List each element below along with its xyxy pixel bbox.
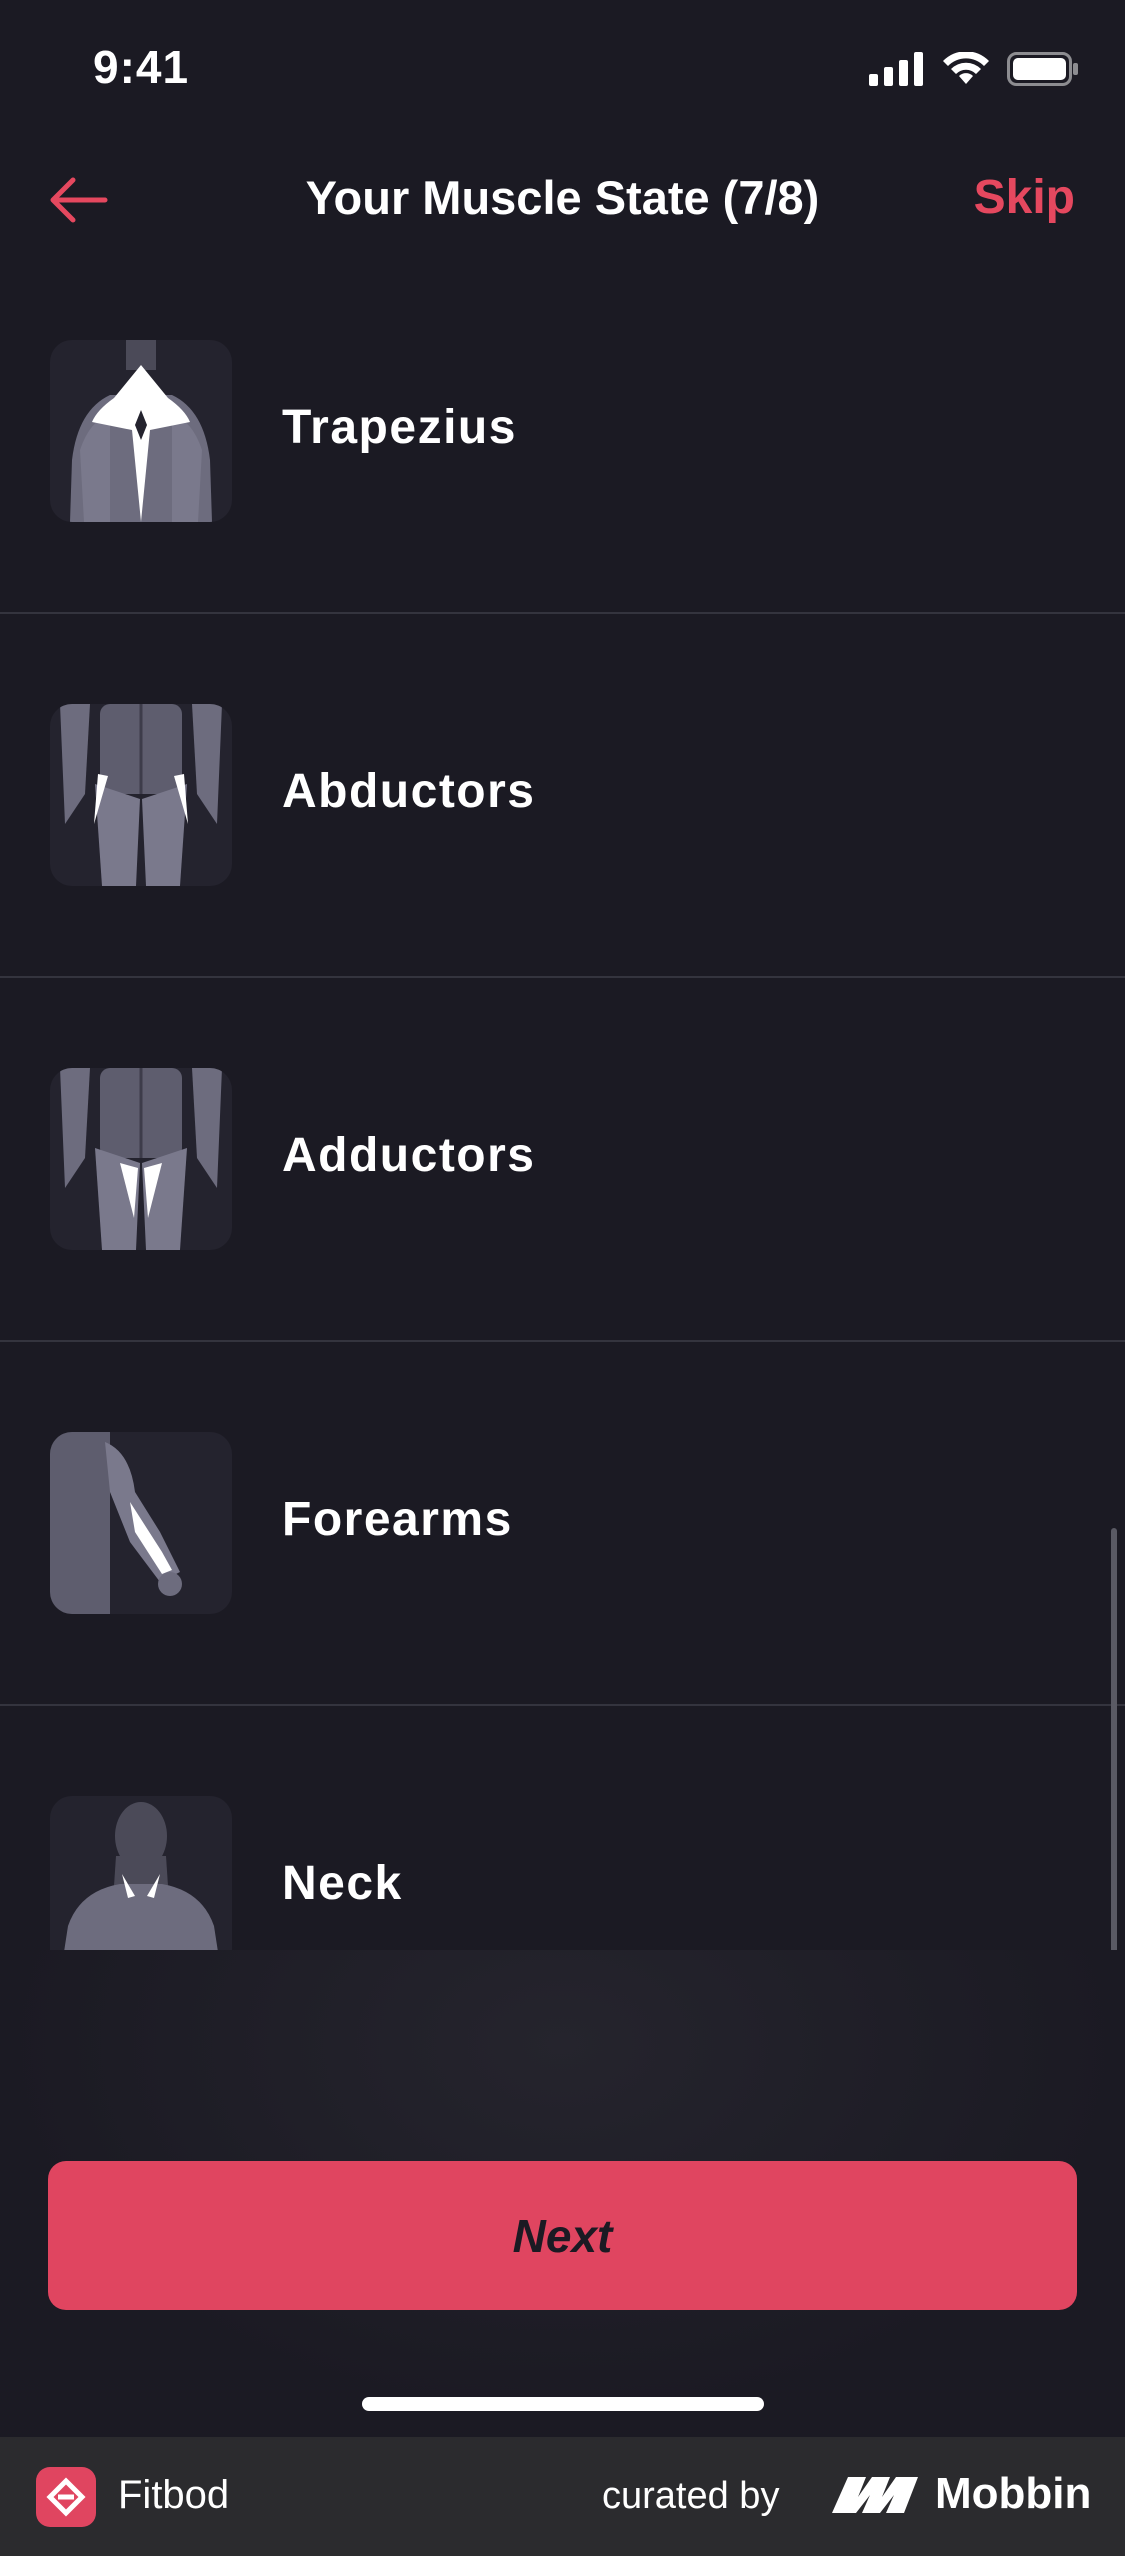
status-bar: 9:41 <box>0 0 1125 140</box>
home-indicator <box>362 2397 764 2411</box>
muscle-label: Adductors <box>282 1129 536 1182</box>
muscle-label: Trapezius <box>282 401 517 454</box>
muscle-label: Neck <box>282 1857 403 1910</box>
muscle-list: Trapezius Abductors Adductors Forearms N… <box>0 250 1125 2070</box>
list-item-abductors[interactable]: Abductors <box>0 614 1125 978</box>
fitbod-logo-icon <box>36 2467 96 2527</box>
trapezius-icon <box>50 340 232 522</box>
wifi-icon <box>943 52 989 84</box>
forearms-icon <box>50 1432 232 1614</box>
footer-curated-by: curated by <box>602 2475 780 2517</box>
footer-bar: Fitbod curated by Mobbin <box>0 2437 1125 2556</box>
status-icons <box>869 52 1079 86</box>
battery-icon <box>1007 52 1078 86</box>
next-button[interactable]: Next <box>48 2161 1077 2310</box>
footer-brand: Mobbin <box>935 2469 1092 2518</box>
page-title: Your Muscle State (7/8) <box>305 171 820 224</box>
list-item-forearms[interactable]: Forearms <box>0 1342 1125 1706</box>
adductors-icon <box>50 1068 232 1250</box>
list-item-adductors[interactable]: Adductors <box>0 978 1125 1342</box>
list-item-trapezius[interactable]: Trapezius <box>0 250 1125 614</box>
abductors-icon <box>50 704 232 886</box>
status-time: 9:41 <box>93 41 190 93</box>
footer-app-name: Fitbod <box>118 2473 230 2517</box>
muscle-label: Forearms <box>282 1493 513 1546</box>
muscle-label: Abductors <box>282 765 536 818</box>
navigation-bar: Your Muscle State (7/8) Skip <box>0 140 1125 260</box>
skip-button[interactable]: Skip <box>974 170 1075 225</box>
mobbin-logo-icon <box>832 2477 918 2513</box>
cellular-signal-icon <box>869 52 923 86</box>
